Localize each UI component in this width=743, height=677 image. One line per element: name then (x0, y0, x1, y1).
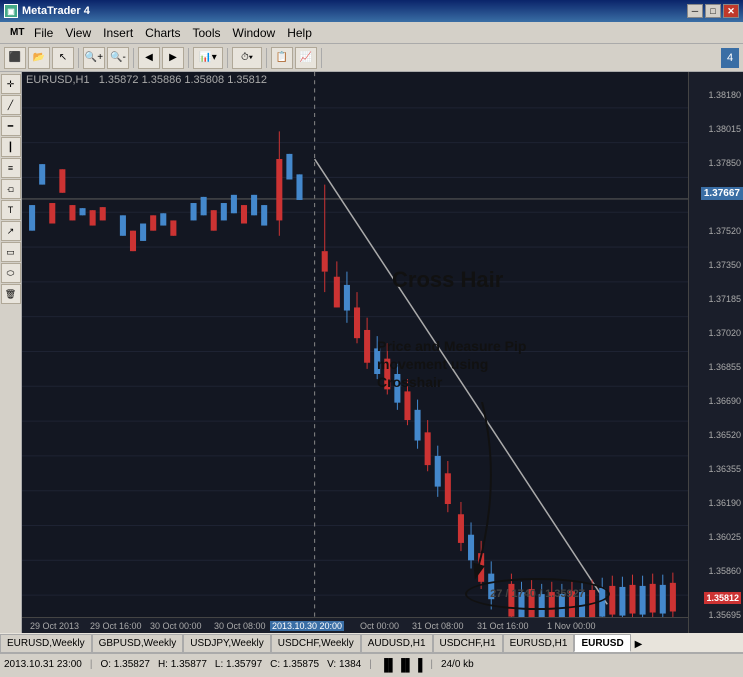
timeframe-icon[interactable]: ⏱▾ (232, 47, 262, 69)
left-toolbar: ✛ ╱ ━ ┃ ≡ ⟤ T ↗ ▭ ⬭ 🗑 (0, 72, 22, 633)
crosshair-icon[interactable]: ✛ (1, 74, 21, 94)
new-chart-icon[interactable]: ⬛ (4, 47, 26, 69)
indicator-icon[interactable]: 📈 (295, 47, 317, 69)
title-bar-text: MetaTrader 4 (22, 5, 90, 17)
price-5: 1.37520 (708, 226, 741, 236)
pointer-icon[interactable]: ↖ (52, 47, 74, 69)
arrow-icon[interactable]: ↗ (1, 221, 21, 241)
price-2: 1.38015 (708, 124, 741, 134)
channel-icon[interactable]: ≡ (1, 158, 21, 178)
time-axis: 29 Oct 2013 29 Oct 16:00 30 Oct 00:00 30… (22, 617, 688, 633)
time-label-7: 31 Oct 16:00 (477, 621, 529, 631)
time-label-3: 30 Oct 08:00 (214, 621, 266, 631)
time-label-8: 1 Nov 00:00 (547, 621, 596, 631)
line-icon[interactable]: ╱ (1, 95, 21, 115)
status-low: L: 1.35797 (215, 659, 262, 670)
forward-icon[interactable]: ▶ (162, 47, 184, 69)
menu-file[interactable]: File (28, 22, 59, 43)
fib-icon[interactable]: ⟤ (1, 179, 21, 199)
symbol-tabs: EURUSD,Weekly GBPUSD,Weekly USDJPY,Weekl… (0, 633, 743, 653)
menu-view[interactable]: View (59, 22, 97, 43)
tab-eurusd-active[interactable]: EURUSD (574, 634, 630, 652)
tab-eurusd-h1[interactable]: EURUSD,H1 (503, 634, 575, 652)
rect-icon[interactable]: ▭ (1, 242, 21, 262)
price-8: 1.37020 (708, 328, 741, 338)
ellipse-icon[interactable]: ⬭ (1, 263, 21, 283)
tab-scroll-right[interactable]: ▶ (631, 637, 647, 652)
delete-icon[interactable]: 🗑 (1, 284, 21, 304)
market-watch-toggle[interactable]: 4 (721, 48, 739, 68)
toolbar: ⬛ 📂 ↖ 🔍+ 🔍- ◀ ▶ 📊▾ ⏱▾ 📋 📈 4 (0, 44, 743, 72)
maximize-button[interactable]: □ (705, 4, 721, 18)
chart-info-bar: EURUSD,H1 1.35872 1.35886 1.35808 1.3581… (26, 74, 267, 86)
tab-eurusd-weekly[interactable]: EURUSD,Weekly (0, 634, 92, 652)
price-17: 1.35695 (708, 610, 741, 620)
chart-values: 1.35872 1.35886 1.35808 1.35812 (99, 74, 267, 86)
menu-insert[interactable]: Insert (97, 22, 139, 43)
zoom-in-icon[interactable]: 🔍+ (83, 47, 105, 69)
tab-audusd-h1[interactable]: AUDUSD,H1 (361, 634, 433, 652)
price-14: 1.36025 (708, 532, 741, 542)
menu-charts[interactable]: Charts (139, 22, 186, 43)
price-15: 1.35860 (708, 566, 741, 576)
chart-svg (22, 72, 688, 633)
menu-bar: MT File View Insert Charts Tools Window … (0, 22, 743, 44)
status-close: C: 1.35875 (270, 659, 319, 670)
text-icon[interactable]: T (1, 200, 21, 220)
status-volume: V: 1384 (327, 659, 361, 670)
price-axis: 1.38180 1.38015 1.37850 1.37667 1.37520 … (688, 72, 743, 633)
tab-usdchf-weekly[interactable]: USDCHF,Weekly (271, 634, 361, 652)
vline-icon[interactable]: ┃ (1, 137, 21, 157)
back-icon[interactable]: ◀ (138, 47, 160, 69)
price-10: 1.36690 (708, 396, 741, 406)
time-label-2: 30 Oct 00:00 (150, 621, 202, 631)
menu-window[interactable]: Window (227, 22, 282, 43)
status-bar: 2013.10.31 23:00 | O: 1.35827 H: 1.35877… (0, 653, 743, 675)
menu-tools[interactable]: Tools (187, 22, 227, 43)
zoom-out-icon[interactable]: 🔍- (107, 47, 129, 69)
tab-gbpusd-weekly[interactable]: GBPUSD,Weekly (92, 634, 184, 652)
status-bars: 24/0 kb (441, 659, 474, 670)
time-label-4: 2013.10.30 20:00 (270, 621, 344, 631)
price-12: 1.36355 (708, 464, 741, 474)
chart-symbol: EURUSD,H1 (26, 74, 90, 86)
price-3: 1.37850 (708, 158, 741, 168)
price-13: 1.36190 (708, 498, 741, 508)
main-area: ✛ ╱ ━ ┃ ≡ ⟤ T ↗ ▭ ⬭ 🗑 EURUSD,H1 1.35872 … (0, 72, 743, 633)
close-button[interactable]: ✕ (723, 4, 739, 18)
status-datetime: 2013.10.31 23:00 (4, 659, 82, 670)
price-7: 1.37185 (708, 294, 741, 304)
app-logo: MT (4, 22, 24, 43)
status-open: O: 1.35827 (100, 659, 149, 670)
time-label-0: 29 Oct 2013 (30, 621, 79, 631)
chart-container[interactable]: EURUSD,H1 1.35872 1.35886 1.35808 1.3581… (22, 72, 688, 633)
price-9: 1.36855 (708, 362, 741, 372)
price-1: 1.38180 (708, 90, 741, 100)
bar-icon: ▐▌▐▌▐ (380, 658, 423, 672)
current-price: 1.37667 (701, 187, 743, 200)
price-6: 1.37350 (708, 260, 741, 270)
chart-type-icon[interactable]: 📊▾ (193, 47, 223, 69)
tab-usdjpy-weekly[interactable]: USDJPY,Weekly (183, 634, 271, 652)
time-label-5: Oct 00:00 (360, 621, 399, 631)
app-icon: ▣ (4, 4, 18, 18)
title-bar: ▣ MetaTrader 4 ─ □ ✕ (0, 0, 743, 22)
minimize-button[interactable]: ─ (687, 4, 703, 18)
time-label-6: 31 Oct 08:00 (412, 621, 464, 631)
menu-help[interactable]: Help (281, 22, 318, 43)
time-label-1: 29 Oct 16:00 (90, 621, 142, 631)
price-16: 1.35812 (704, 592, 741, 604)
tab-usdchf-h1[interactable]: USDCHF,H1 (433, 634, 503, 652)
hline-icon[interactable]: ━ (1, 116, 21, 136)
price-11: 1.36520 (708, 430, 741, 440)
open-icon[interactable]: 📂 (28, 47, 50, 69)
template-icon[interactable]: 📋 (271, 47, 293, 69)
status-high: H: 1.35877 (158, 659, 207, 670)
